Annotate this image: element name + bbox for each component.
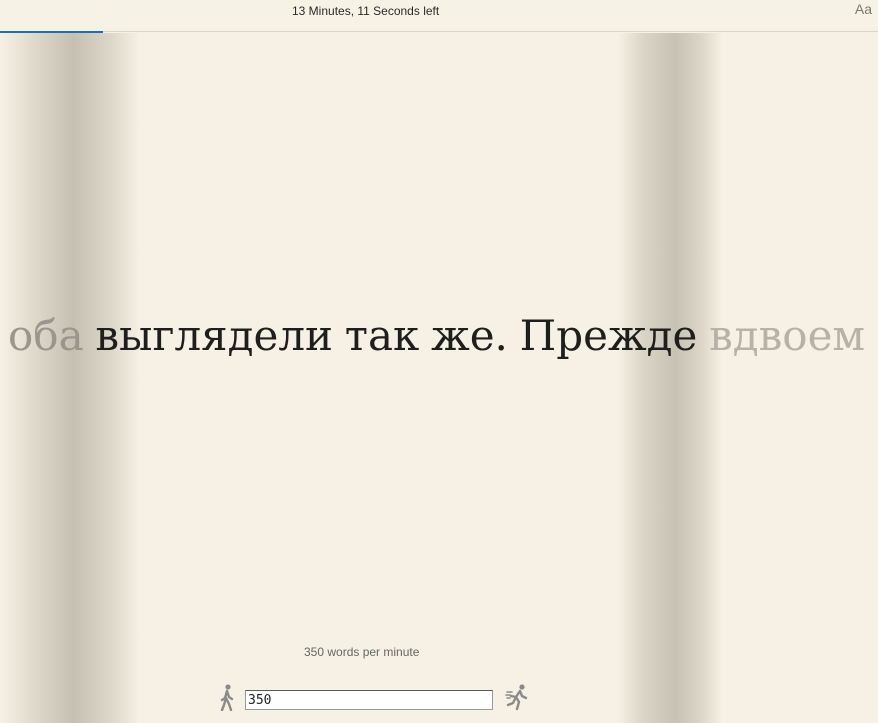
- words-per-minute-label: 350 words per minute: [304, 645, 420, 659]
- walking-person-icon[interactable]: [218, 683, 236, 711]
- upcoming-word: вдвоем: [709, 311, 866, 360]
- top-bar: 13 Minutes, 11 Seconds left Aa: [0, 0, 878, 32]
- current-word: же.: [431, 311, 508, 360]
- current-word: Прежде: [519, 311, 698, 360]
- word-stream: обавыгляделитакже.Преждевдвоемс: [8, 308, 878, 364]
- font-settings-button[interactable]: Aa: [855, 1, 872, 17]
- time-left-label: 13 Minutes, 11 Seconds left: [292, 4, 440, 18]
- reading-progress-bar: [0, 31, 878, 33]
- reading-progress-fill: [0, 31, 103, 33]
- speed-input[interactable]: [245, 690, 493, 710]
- current-word: выглядели: [95, 311, 334, 360]
- running-person-icon[interactable]: [505, 683, 529, 711]
- current-word: так: [344, 311, 420, 360]
- right-page-shadow: [618, 33, 722, 723]
- previous-word: оба: [8, 311, 84, 360]
- left-page-shadow: [0, 33, 140, 723]
